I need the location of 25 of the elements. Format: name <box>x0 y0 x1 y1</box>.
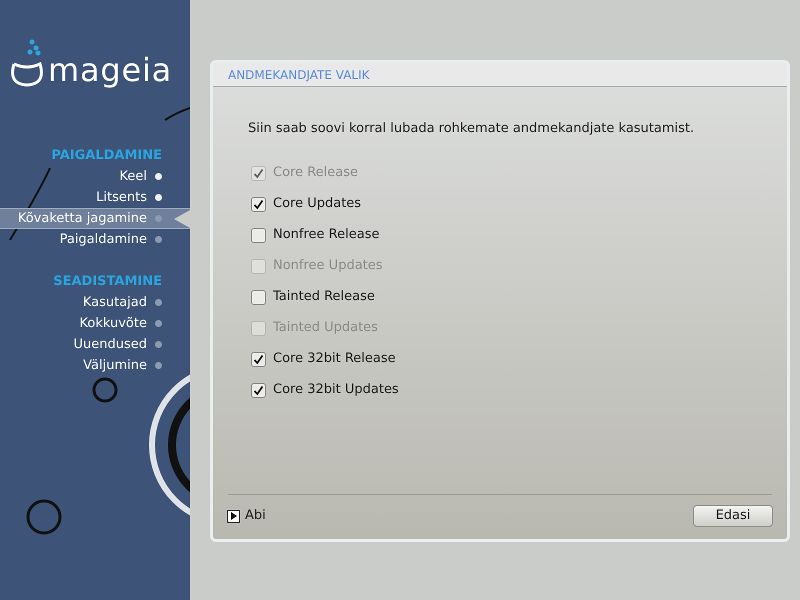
step-item: Uuendused <box>0 334 190 355</box>
next-button[interactable]: Edasi <box>693 505 773 527</box>
checkmark-icon <box>253 168 264 178</box>
checkmark-icon <box>253 384 264 396</box>
logo-text: mageia <box>48 54 172 86</box>
step-item: Paigaldamine <box>0 229 190 250</box>
repository-checkbox[interactable]: Core Updates <box>251 194 787 214</box>
repository-checkbox[interactable]: Nonfree Release <box>251 226 787 244</box>
section-heading: PAIGALDAMINE <box>51 148 162 163</box>
step-item: Litsents <box>0 187 190 208</box>
logo-icon <box>10 39 44 89</box>
step-item: Kasutajad <box>0 292 190 313</box>
step-item: Kõvaketta jagamine <box>0 208 190 229</box>
repository-checkbox[interactable]: Core 32bit Release <box>251 350 787 368</box>
repository-checkbox[interactable]: Tainted Release <box>251 288 787 306</box>
repository-checkbox[interactable]: Core 32bit Updates <box>251 380 787 400</box>
section-heading: SEADISTAMINE <box>53 274 162 289</box>
step-item: Kokkuvõte <box>0 313 190 334</box>
help-expander[interactable]: Abi <box>227 506 266 526</box>
checkmark-icon <box>253 354 264 364</box>
step-item: Keel <box>0 166 190 187</box>
step-item: Väljumine <box>0 355 190 376</box>
description-text: Siin saab soovi korral lubada rohkemate andmekandjate kasutamist. <box>248 120 696 138</box>
checkmark-icon <box>253 198 264 210</box>
panel-title: ANDMEKANDJATE VALIK <box>228 66 370 84</box>
